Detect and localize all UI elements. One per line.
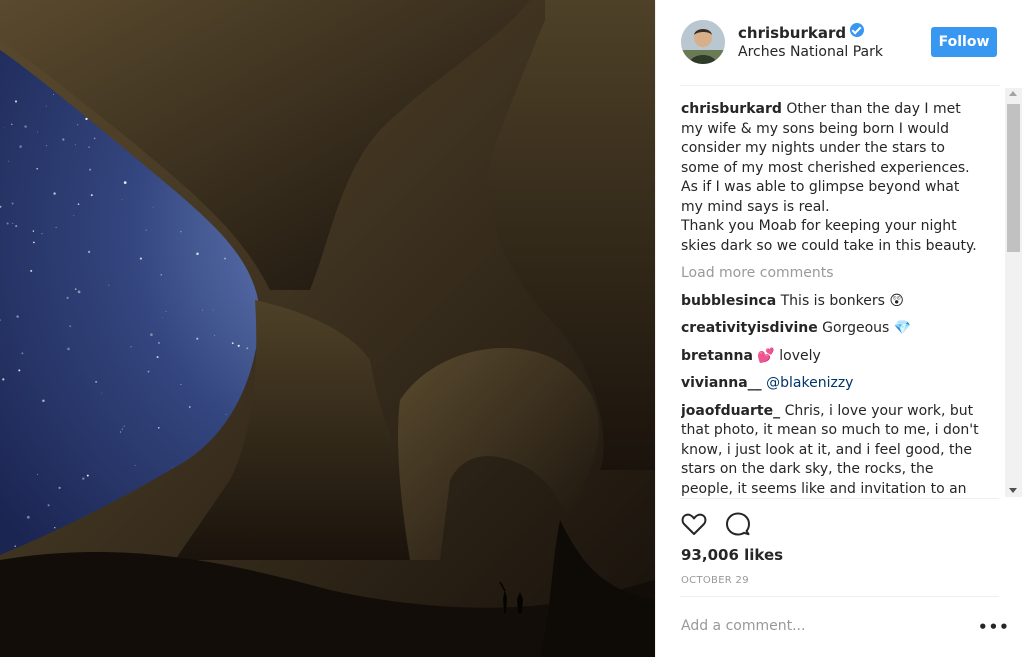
instagram-post-modal: chrisburkard Arches National Park Follow… [0, 0, 1023, 657]
comment-item: joaofduarte_ Chris, i love your work, bu… [681, 402, 981, 499]
heart-icon[interactable] [680, 510, 708, 538]
follow-button[interactable]: Follow [931, 27, 997, 57]
post-header: chrisburkard Arches National Park Follow [656, 0, 1023, 86]
comment-username[interactable]: creativityisdivine [681, 320, 818, 336]
location-link[interactable]: Arches National Park [738, 44, 883, 60]
scroll-down-arrow-icon[interactable] [1009, 488, 1017, 493]
comment-item: creativityisdivine Gorgeous 💎 [681, 319, 981, 339]
header-username-text[interactable]: chrisburkard [738, 24, 846, 42]
comment-item: vivianna__ @blakenizzy [681, 374, 981, 394]
post-date[interactable]: OCTOBER 29 [681, 575, 749, 586]
comment-item: bretanna 💕 lovely [681, 347, 981, 367]
comment-username[interactable]: joaofduarte_ [681, 403, 780, 419]
comments-scrollbar[interactable] [1005, 88, 1022, 497]
more-options-icon[interactable]: ••• [978, 618, 1010, 636]
comment-text: Gorgeous 💎 [822, 320, 912, 336]
comment-username[interactable]: vivianna__ [681, 375, 762, 391]
comment-item: bubblesinca This is bonkers 😲 [681, 292, 981, 312]
comment-username[interactable]: bretanna [681, 348, 753, 364]
photo-arches-night-sky [0, 0, 655, 657]
likes-count[interactable]: 93,006 likes [681, 546, 783, 564]
avatar-image [681, 20, 725, 64]
comment-icon[interactable] [724, 510, 752, 538]
scroll-up-arrow-icon[interactable] [1009, 91, 1017, 96]
caption-text: Other than the day I met my wife & my so… [681, 101, 977, 254]
comment-mention-link[interactable]: @blakenizzy [766, 375, 853, 391]
load-more-comments-button[interactable]: Load more comments [681, 264, 981, 284]
actions-divider [680, 498, 999, 499]
comment-input-divider [680, 596, 999, 597]
post-sidebar: chrisburkard Arches National Park Follow… [655, 0, 1023, 657]
verified-badge-icon [850, 23, 865, 37]
comment-text: This is bonkers 😲 [780, 292, 904, 309]
comment-username[interactable]: bubblesinca [681, 293, 776, 309]
comment-text: 💕 lovely [757, 347, 821, 364]
comments-list[interactable]: chrisburkard Other than the day I met my… [681, 100, 981, 498]
post-photo[interactable] [0, 0, 655, 657]
header-divider [680, 85, 1000, 86]
caption: chrisburkard Other than the day I met my… [681, 100, 981, 256]
scrollbar-thumb[interactable] [1007, 104, 1020, 252]
header-username[interactable]: chrisburkard [738, 23, 865, 42]
avatar[interactable] [681, 20, 725, 64]
add-comment-input[interactable]: Add a comment... [681, 618, 805, 634]
caption-username[interactable]: chrisburkard [681, 101, 782, 117]
